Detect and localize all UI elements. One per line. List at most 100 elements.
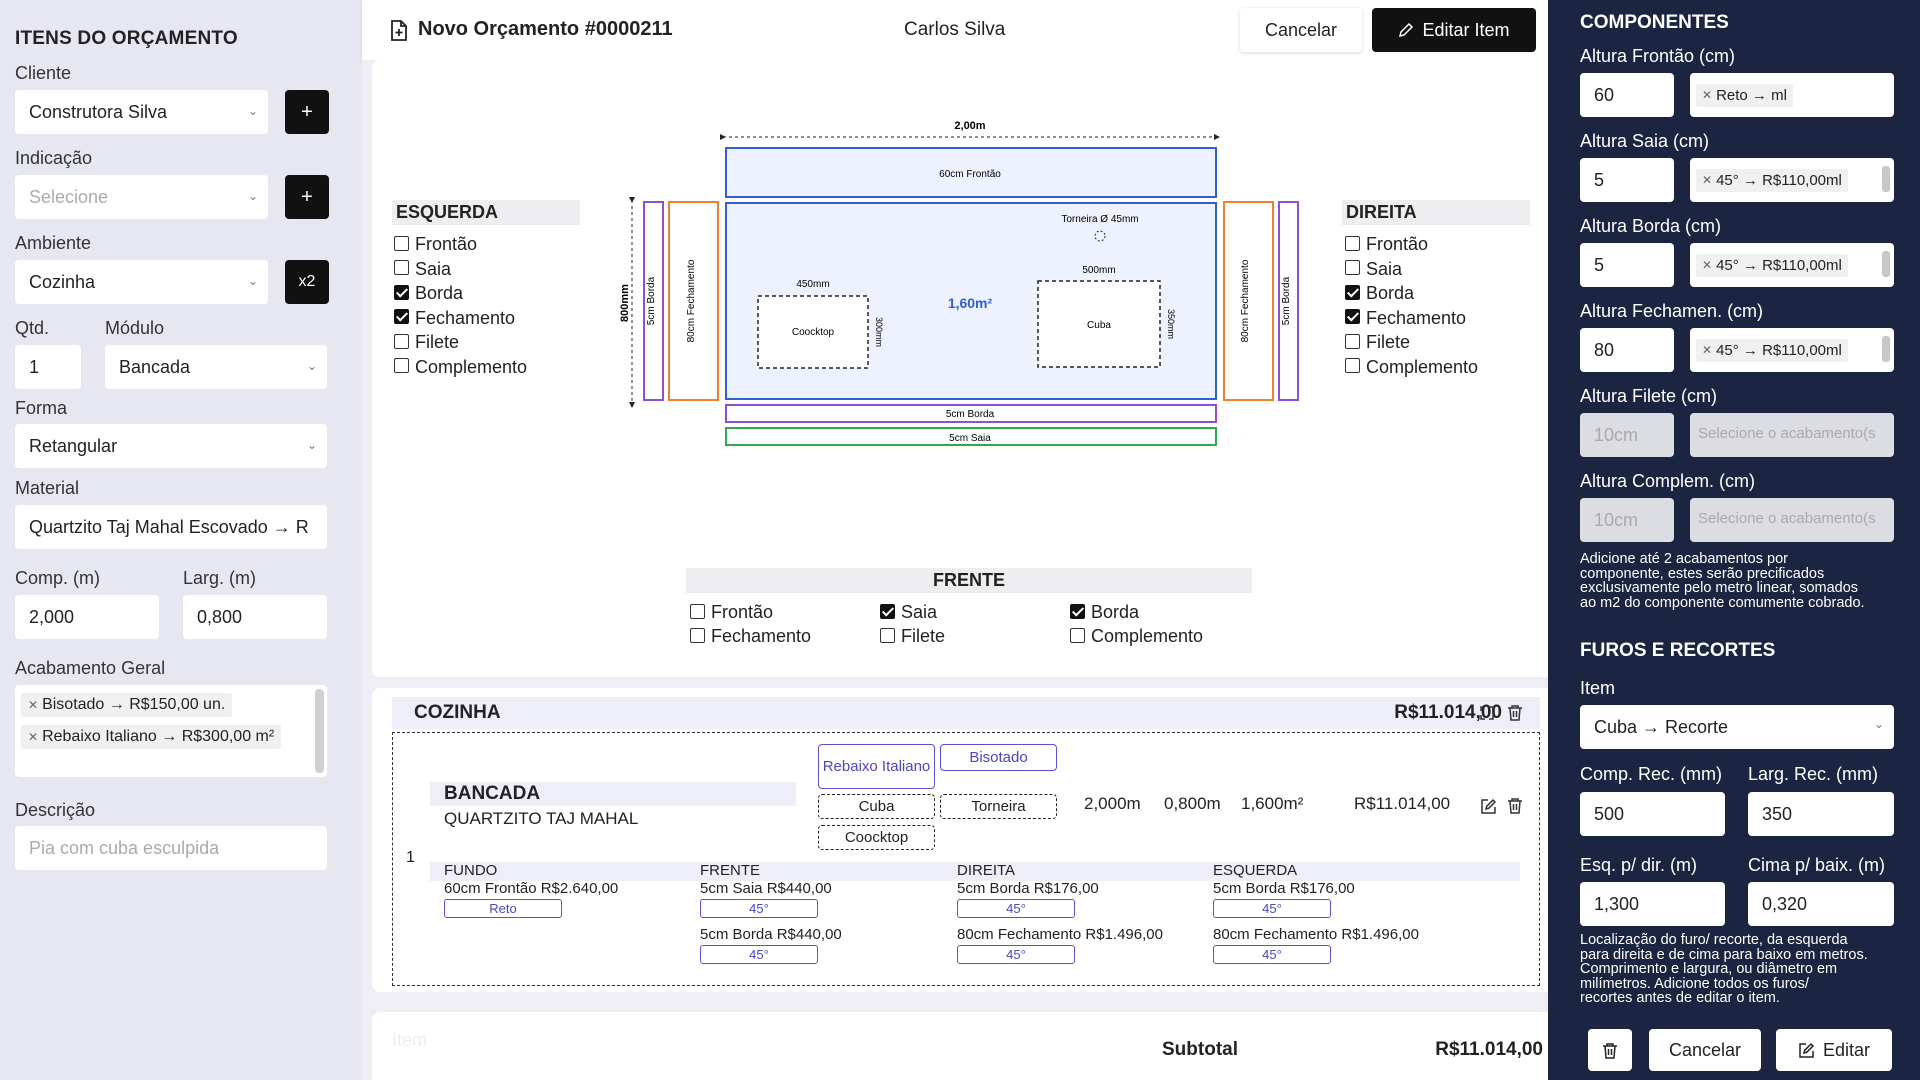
add-referral-button[interactable]: + [285,175,329,219]
checkbox-checked[interactable] [1345,284,1360,300]
checkbox[interactable] [394,260,409,276]
general-finish-multiselect[interactable]: ✕ Bisotado → R$150,00 un. ✕ Rebaixo Italia… [15,685,327,777]
expand-icon[interactable] [1480,706,1494,720]
scrollbar[interactable] [1882,336,1890,362]
checkbox[interactable] [880,627,895,643]
finish-tag[interactable]: ✕ Rebaixo Italiano → R$300,00 m² [21,725,282,749]
checkbox[interactable] [690,603,705,619]
option-5[interactable]: Complemento [1345,357,1478,378]
front-skirt-label: 5cm Saia [949,433,991,444]
top-to-bottom-input[interactable]: 0,320 [1748,882,1894,926]
remove-icon[interactable]: ✕ [1702,173,1712,187]
remove-icon[interactable]: ✕ [1702,343,1712,357]
description-input[interactable]: Pia com cuba esculpida [15,826,327,870]
checkbox[interactable] [394,235,409,251]
scrollbar[interactable] [1882,251,1890,277]
checkbox-checked[interactable] [394,309,409,325]
item-length: 2,000m [1084,794,1141,813]
checkbox-checked[interactable] [1345,309,1360,325]
room-select[interactable]: Cozinha ⌄ [15,260,268,304]
checkbox-checked[interactable] [880,603,895,619]
component-height-input[interactable]: 10cm [1580,498,1674,542]
finish-tag[interactable]: ✕ 45° → R$110,00ml [1696,253,1848,277]
option-0[interactable]: Frontão [394,234,477,255]
component-height-input[interactable]: 10cm [1580,413,1674,457]
checkbox[interactable] [1345,235,1360,251]
option-label: Frontão [711,602,774,622]
option-2[interactable]: Borda [1070,602,1139,623]
cancel-cutout-button[interactable]: Cancelar [1649,1029,1761,1071]
option-4[interactable]: Filete [1345,332,1410,353]
delete-cutout-button[interactable] [1588,1029,1632,1071]
option-2[interactable]: Borda [394,283,463,304]
qty-input[interactable]: 1 [15,345,81,389]
left-to-right-input[interactable]: 1,300 [1580,882,1725,926]
cutout-item-select[interactable]: Cuba → Recorte ⌄ [1580,705,1894,749]
option-4[interactable]: Filete [880,626,945,647]
option-1[interactable]: Saia [1345,259,1402,280]
component-finish-select[interactable]: ✕ Reto → ml [1690,73,1894,117]
component-height-input[interactable]: 80 [1580,328,1674,372]
material-select[interactable]: Quartzito Taj Mahal Escovado → R [15,505,327,549]
checkbox-checked[interactable] [394,284,409,300]
front-side-options: Frontão Saia Borda Fechamento Filete Compleme… [690,602,1290,652]
option-4[interactable]: Filete [394,332,459,353]
remove-icon[interactable]: ✕ [1702,88,1712,102]
shape-select[interactable]: Retangular ⌄ [15,424,327,468]
option-1[interactable]: Saia [880,602,937,623]
finish-tag[interactable]: ✕ Bisotado → R$150,00 un. [21,693,233,717]
remove-icon[interactable]: ✕ [28,698,38,712]
component-finish-select[interactable]: ✕ 45° → R$110,00ml [1690,243,1894,287]
option-label: Fechamento [1366,307,1467,328]
component-finish-select[interactable]: Selecione o acabamento(s [1690,413,1894,457]
option-0[interactable]: Frontão [1345,234,1428,255]
cutout-length-input[interactable]: 500 [1580,792,1725,836]
remove-icon[interactable]: ✕ [28,730,38,744]
checkbox[interactable] [1070,627,1085,643]
trash-icon[interactable] [1507,797,1523,814]
module-select[interactable]: Bancada ⌄ [105,345,327,389]
option-2[interactable]: Borda [1345,283,1414,304]
option-5[interactable]: Complemento [394,357,527,378]
duplicate-room-button[interactable]: x2 [285,260,329,304]
component-height-input[interactable]: 60 [1580,73,1674,117]
edit-cutout-button[interactable]: Editar [1776,1029,1892,1071]
length-input[interactable]: 2,000 [15,595,159,639]
left-side-title: ESQUERDA [392,200,580,225]
option-5[interactable]: Complemento [1070,626,1203,647]
option-3[interactable]: Fechamento [690,626,811,647]
option-3[interactable]: Fechamento [1345,308,1466,329]
finish-tag[interactable]: ✕ Reto → ml [1696,83,1793,107]
cancel-button[interactable]: Cancelar [1240,8,1362,52]
checkbox-checked[interactable] [1070,603,1085,619]
client-select[interactable]: Construtora Silva ⌄ [15,90,268,134]
checkbox[interactable] [394,358,409,374]
item-input-placeholder[interactable]: Item [392,1030,427,1051]
cutout-width-input[interactable]: 350 [1748,792,1894,836]
option-0[interactable]: Frontão [690,602,773,623]
checkbox[interactable] [690,627,705,643]
remove-icon[interactable]: ✕ [1702,258,1712,272]
checkbox[interactable] [394,333,409,349]
component-column-header: FRENTE [700,862,760,879]
scrollbar[interactable] [1882,166,1890,192]
finish-tag[interactable]: ✕ 45° → R$110,00ml [1696,168,1848,192]
option-1[interactable]: Saia [394,259,451,280]
add-client-button[interactable]: + [285,90,329,134]
checkbox[interactable] [1345,333,1360,349]
width-input[interactable]: 0,800 [183,595,327,639]
component-height-input[interactable]: 5 [1580,158,1674,202]
edit-item-button[interactable]: Editar Item [1372,8,1536,52]
finish-tag[interactable]: ✕ 45° → R$110,00ml [1696,338,1848,362]
checkbox[interactable] [1345,260,1360,276]
edit-icon[interactable] [1480,798,1497,815]
component-finish-select[interactable]: ✕ 45° → R$110,00ml [1690,158,1894,202]
checkbox[interactable] [1345,358,1360,374]
scrollbar[interactable] [315,689,324,773]
component-finish-select[interactable]: Selecione o acabamento(s [1690,498,1894,542]
component-height-input[interactable]: 5 [1580,243,1674,287]
component-finish-select[interactable]: ✕ 45° → R$110,00ml [1690,328,1894,372]
trash-icon[interactable] [1507,704,1523,721]
option-3[interactable]: Fechamento [394,308,515,329]
referral-select[interactable]: Selecione ⌄ [15,175,268,219]
